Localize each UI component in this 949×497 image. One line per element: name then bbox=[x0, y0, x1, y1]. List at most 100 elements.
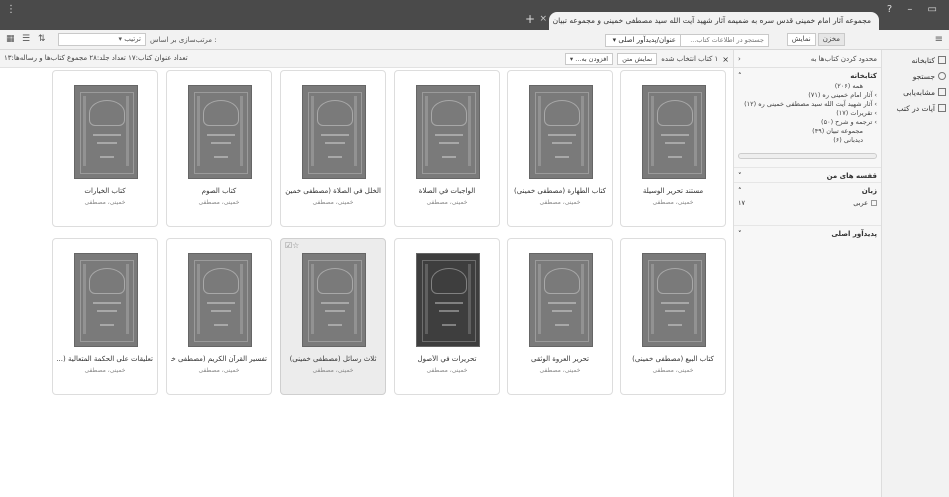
book-cover[interactable] bbox=[529, 85, 593, 179]
book-grid: مستند تحریر الوسیلة خمینی، مصطفی کتاب الطه… bbox=[0, 68, 733, 497]
book-card[interactable]: تحریر العروة الوثقی خمینی، مصطفی bbox=[507, 238, 613, 395]
book-card[interactable]: الواجبات في الصلاة خمینی، مصطفی bbox=[394, 70, 500, 227]
side-nav: کتابخانه جستجو مشابه‌یابی آیات در کتب bbox=[881, 50, 949, 497]
book-card[interactable]: الخلل في الصلاة (مصطفی خمین... خمینی، مصط… bbox=[280, 70, 386, 227]
content-header: تعداد عنوان کتاب:۱۷ تعداد جلد:۲۸ مجموع ک… bbox=[0, 50, 733, 68]
library-list: همه (۲۰۶) › آثار امام خمینی ره (۷۱) › آثار… bbox=[734, 82, 881, 145]
title-bar: ⋮ + × مجموعه آثار امام خمینی قدس سره به … bbox=[0, 0, 949, 30]
tab-active[interactable]: مجموعه آثار امام خمینی قدس سره به ضمیمه … bbox=[549, 12, 879, 30]
nav-verses-label: آیات در کتب bbox=[896, 103, 935, 113]
search-field-select[interactable]: عنوان/پدیدآور اصلی ▾ bbox=[605, 33, 681, 47]
tab-close-icon[interactable]: × bbox=[539, 14, 547, 24]
book-author: خمینی، مصطفی bbox=[539, 367, 581, 374]
nav-search[interactable]: جستجو bbox=[881, 68, 949, 84]
book-title: مستند تحریر الوسیلة bbox=[642, 187, 704, 195]
book-card[interactable]: کتاب البیع (مصطفی خمینی) خمینی، مصطفی bbox=[620, 238, 726, 395]
chevron-down-icon: ˅ bbox=[738, 172, 742, 180]
search-icon bbox=[938, 72, 946, 80]
book-card[interactable]: کتاب الطهارة (مصطفی خمینی) خمینی، مصطفی bbox=[507, 70, 613, 227]
shelves-section[interactable]: قفسه های من ˅ bbox=[734, 167, 881, 182]
book-author: خمینی، مصطفی bbox=[312, 367, 354, 374]
book-card[interactable]: کتاب الخیارات خمینی، مصطفی bbox=[52, 70, 158, 227]
book-author: خمینی، مصطفی bbox=[652, 367, 694, 374]
author-section[interactable]: پدیدآور اصلی ˅ bbox=[734, 225, 881, 240]
book-author: خمینی، مصطفی bbox=[84, 199, 126, 206]
library-section-title[interactable]: کتابخانه ˄ bbox=[734, 68, 881, 82]
book-cover[interactable] bbox=[529, 253, 593, 347]
nav-search-label: جستجو bbox=[912, 71, 935, 81]
verses-icon bbox=[938, 104, 946, 112]
chevron-left-icon[interactable]: ‹ bbox=[738, 55, 741, 63]
book-cover[interactable] bbox=[416, 85, 480, 179]
chevron-down-icon: ˅ bbox=[738, 230, 742, 238]
book-stats: تعداد عنوان کتاب:۱۷ تعداد جلد:۲۸ مجموع ک… bbox=[4, 54, 188, 62]
toolbar: ▦ ☰ ⇅ ترتیب ▾ مرتب‌سازی بر اساس : عنوان/… bbox=[0, 30, 949, 50]
sort-group: ترتیب ▾ مرتب‌سازی بر اساس : bbox=[58, 33, 217, 46]
book-title: تعلیقات علی الحکمة المتعالیة (... bbox=[57, 355, 153, 363]
selected-count: ۱ کتاب انتخاب شده bbox=[661, 55, 719, 63]
book-card[interactable]: مستند تحریر الوسیلة خمینی، مصطفی bbox=[620, 70, 726, 227]
nav-verses[interactable]: آیات در کتب bbox=[881, 100, 949, 116]
book-cover[interactable] bbox=[642, 85, 706, 179]
sort-direction-icon[interactable]: ⇅ bbox=[38, 34, 46, 44]
show-text-button[interactable]: نمایش متن bbox=[617, 53, 658, 65]
selection-bar: × ۱ کتاب انتخاب شده نمایش متن افزودن به.… bbox=[564, 53, 729, 65]
library-item[interactable]: دیدبانی (۶) bbox=[734, 136, 881, 145]
library-item[interactable]: › آثار شهید آیت الله سید مصطفی خمینی ره … bbox=[734, 100, 881, 109]
book-title: الواجبات في الصلاة bbox=[418, 187, 476, 195]
menu-icon[interactable]: ≡ bbox=[935, 34, 943, 45]
nav-similar-label: مشابه‌یابی bbox=[903, 87, 935, 97]
chevron-up-icon: ˄ bbox=[738, 187, 742, 195]
nav-similar[interactable]: مشابه‌یابی bbox=[881, 84, 949, 100]
book-cover[interactable] bbox=[642, 253, 706, 347]
book-card[interactable]: تحریرات في الأصول خمینی، مصطفی bbox=[394, 238, 500, 395]
filter-panel: محدود کردن کتاب‌ها به ‹ کتابخانه ˄ همه (۲… bbox=[733, 50, 881, 497]
library-item[interactable]: › آثار امام خمینی ره (۷۱) bbox=[734, 91, 881, 100]
nav-library[interactable]: کتابخانه bbox=[881, 52, 949, 68]
language-item[interactable]: عربی ۱۷ bbox=[734, 197, 881, 209]
book-cover[interactable] bbox=[302, 253, 366, 347]
search-input[interactable] bbox=[681, 33, 769, 47]
window-menu-icon[interactable]: ⋮ bbox=[6, 4, 16, 15]
nav-library-label: کتابخانه bbox=[911, 55, 935, 65]
book-author: خمینی، مصطفی bbox=[539, 199, 581, 206]
library-icon bbox=[938, 56, 946, 64]
book-cover[interactable] bbox=[74, 85, 138, 179]
store-button[interactable]: مخزن bbox=[817, 33, 845, 46]
new-tab-button[interactable]: + bbox=[525, 12, 535, 26]
library-item[interactable]: › ترجمه و شرح (۵۰) bbox=[734, 118, 881, 127]
sort-label: مرتب‌سازی بر اساس : bbox=[150, 35, 217, 44]
book-author: خمینی، مصطفی bbox=[652, 199, 694, 206]
filter-header: محدود کردن کتاب‌ها به ‹ bbox=[734, 50, 881, 68]
chevron-up-icon: ˄ bbox=[738, 72, 742, 80]
horizontal-scrollbar[interactable] bbox=[738, 153, 877, 159]
book-card[interactable]: کتاب الصوم خمینی، مصطفی bbox=[166, 70, 272, 227]
language-checkbox[interactable] bbox=[871, 200, 877, 206]
library-item[interactable]: مجموعه تبیان (۴۹) bbox=[734, 127, 881, 136]
grid-view-icon[interactable]: ▦ bbox=[6, 34, 15, 44]
window-buttons[interactable]: ? – ▭ bbox=[887, 4, 943, 15]
select-favorite-icon[interactable]: ☑☆ bbox=[285, 241, 299, 250]
similar-icon bbox=[938, 88, 946, 96]
book-title: تحریر العروة الوثقی bbox=[531, 355, 589, 363]
book-cover[interactable] bbox=[188, 85, 252, 179]
book-title: ثلاث رسائل (مصطفی خمینی) bbox=[289, 355, 377, 363]
book-card[interactable]: ☑☆ ثلاث رسائل (مصطفی خمینی) خمینی، مصطفی bbox=[280, 238, 386, 395]
book-title: کتاب الخیارات bbox=[84, 187, 126, 195]
display-button[interactable]: نمایش bbox=[786, 33, 816, 46]
book-cover[interactable] bbox=[188, 253, 252, 347]
book-title: تحریرات في الأصول bbox=[417, 355, 477, 363]
sort-select[interactable]: ترتیب ▾ bbox=[58, 33, 146, 46]
library-item[interactable]: همه (۲۰۶) bbox=[734, 82, 881, 91]
book-card[interactable]: تعلیقات علی الحکمة المتعالیة (... خمینی، … bbox=[52, 238, 158, 395]
close-selection-icon[interactable]: × bbox=[722, 55, 729, 64]
filter-header-label: محدود کردن کتاب‌ها به bbox=[810, 54, 877, 63]
book-cover[interactable] bbox=[74, 253, 138, 347]
book-cover[interactable] bbox=[302, 85, 366, 179]
book-cover[interactable] bbox=[416, 253, 480, 347]
list-view-icon[interactable]: ☰ bbox=[22, 34, 30, 44]
add-to-button[interactable]: افزودن به... ▾ bbox=[564, 53, 614, 65]
book-card[interactable]: تفسیر القرآن الکریم (مصطفی خـ... خمینی، م… bbox=[166, 238, 272, 395]
library-item[interactable]: › تقریرات (۱۷) bbox=[734, 109, 881, 118]
book-title: تفسیر القرآن الکریم (مصطفی خـ... bbox=[171, 355, 267, 363]
